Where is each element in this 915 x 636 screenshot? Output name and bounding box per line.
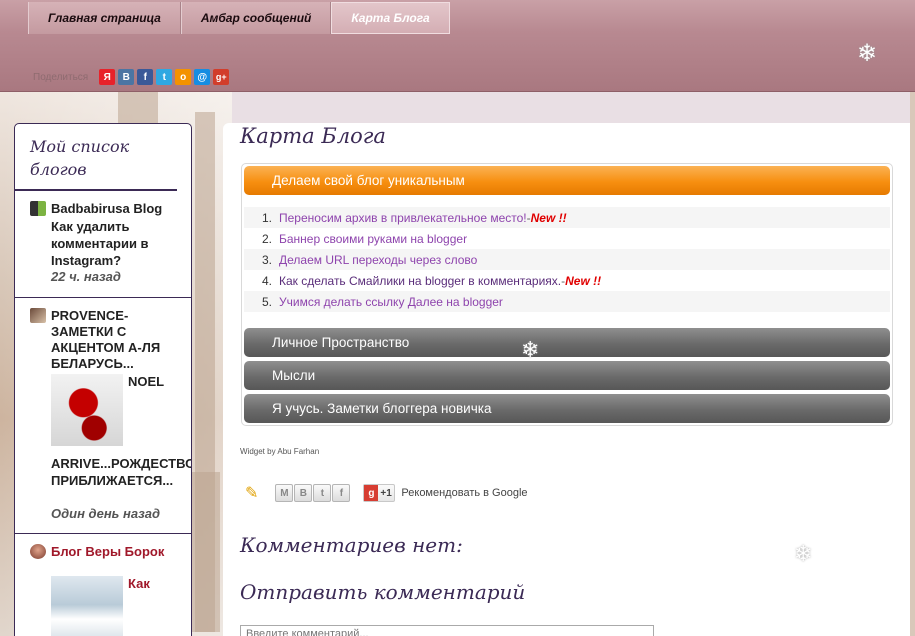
post-comment-heading: Отправить комментарий (240, 580, 526, 604)
odnoklassniki-icon[interactable]: о (175, 69, 192, 85)
blog-favicon-icon (30, 201, 46, 216)
list-item: 2. Баннер своими руками на blogger (244, 228, 890, 249)
blog-list-sidebar: Мой список блогов Badbabirusa Blog Как у… (14, 123, 192, 636)
blog-entry: PROVENCE-ЗАМЕТКИ С АКЦЕНТОМ А-ЛЯ БЕЛАРУС… (15, 298, 191, 534)
yandex-icon[interactable]: Я (99, 69, 116, 85)
accordion-section-unique-blog[interactable]: Делаем свой блог уникальным (244, 166, 890, 195)
post-link[interactable]: Учимся делать ссылку Далее на blogger (279, 295, 503, 309)
google-plus-icon[interactable]: g+ (213, 69, 230, 85)
accordion-section-thoughts[interactable]: Мысли (244, 361, 890, 390)
mailru-icon[interactable]: @ (194, 69, 211, 85)
twitter-icon[interactable]: t (156, 69, 173, 85)
blog-name-link[interactable]: Badbabirusa Blog (51, 201, 185, 217)
blog-post-link[interactable]: ARRIVE...РОЖДЕСТВО ПРИБЛИЖАЕТСЯ... (51, 455, 191, 489)
page-title: Карта Блога (240, 124, 386, 148)
post-thumbnail[interactable] (51, 374, 123, 446)
blog-entry: Badbabirusa Blog Как удалить комментарии… (15, 191, 191, 298)
accordion-list: 1. Переносим архив в привлекательное мес… (244, 195, 890, 324)
vkontakte-icon[interactable]: B (118, 69, 135, 85)
blog-map-accordion: Делаем свой блог уникальным 1. Переносим… (241, 163, 893, 426)
post-link[interactable]: Как сделать Смайлики на blogger в коммен… (279, 274, 561, 288)
widget-credit-link[interactable]: Widget by Abu Farhan (240, 447, 319, 456)
site-header: Главная страница Амбар сообщений Карта Б… (0, 0, 915, 92)
comments-heading: Комментариев нет: (240, 533, 463, 557)
list-item-number: 1. (261, 210, 272, 225)
list-item: 5. Учимся делать ссылку Далее на blogger (244, 291, 890, 312)
google-plus-icon: g (364, 485, 379, 501)
list-item: 1. Переносим архив в привлекательное мес… (244, 207, 890, 228)
blog-name-link[interactable]: Блог Веры Борок (51, 544, 185, 560)
post-thumbnail[interactable] (51, 576, 123, 636)
post-link[interactable]: Баннер своими руками на blogger (279, 232, 467, 246)
blog-entry: Блог Веры Борок Как (15, 534, 191, 636)
facebook-icon[interactable]: f (137, 69, 154, 85)
tab-blog-map[interactable]: Карта Блога (331, 2, 450, 34)
list-item-number: 2. (261, 231, 272, 246)
accordion-section-learning-notes[interactable]: Я учусь. Заметки блоггера новичка (244, 394, 890, 423)
tower-shape (190, 472, 220, 632)
post-link[interactable]: Переносим архив в привлекательное место! (279, 211, 527, 225)
tab-archive[interactable]: Амбар сообщений (180, 2, 332, 34)
main-content: Карта Блога Делаем свой блог уникальным … (223, 123, 910, 636)
list-item-number: 5. (261, 294, 272, 309)
share-row: Поделиться Я B f t о @ g+ (33, 68, 230, 86)
plus-one-label: +1 (380, 487, 392, 499)
post-age: 22 ч. назад (51, 269, 121, 284)
snowflake-icon: ❄ (857, 40, 878, 67)
background-edge (910, 92, 915, 636)
list-item: 4. Как сделать Смайлики на blogger в ком… (244, 270, 890, 291)
snowflake-icon: ❄ (794, 541, 813, 566)
snowflake-icon: ❄ (521, 337, 540, 362)
top-nav: Главная страница Амбар сообщений Карта Б… (28, 2, 450, 34)
accordion-section-personal-space[interactable]: Личное Пространство (244, 328, 890, 357)
blog-post-link[interactable]: Как удалить комментарии в Instagram? (51, 218, 185, 269)
edit-pencil-icon[interactable]: ✎ (245, 483, 258, 503)
comment-input[interactable]: Введите комментарий... (240, 625, 654, 636)
list-item: 3. Делаем URL переходы через слово (244, 249, 890, 270)
new-badge: New !! (530, 210, 567, 225)
list-item-number: 4. (261, 273, 272, 288)
blog-post-side-text[interactable]: Как (128, 575, 185, 592)
post-age: Один день назад (51, 506, 160, 521)
blog-avatar-icon (30, 544, 46, 559)
post-link[interactable]: Делаем URL переходы через слово (279, 253, 477, 267)
sidebar-title: Мой список блогов (15, 124, 177, 191)
gmail-icon[interactable]: M (275, 484, 294, 502)
recommend-google-label: Рекомендовать в Google (401, 487, 528, 499)
blog-post-side-text[interactable]: NOEL (128, 373, 185, 390)
twitter-icon[interactable]: t (313, 484, 332, 502)
google-plus-one-button[interactable]: g +1 (363, 484, 396, 502)
share-label: Поделиться (33, 71, 89, 83)
blogger-icon[interactable]: B (294, 484, 313, 502)
new-badge: New !! (565, 273, 602, 288)
list-item-number: 3. (261, 252, 272, 267)
blog-name-link[interactable]: PROVENCE-ЗАМЕТКИ С АКЦЕНТОМ А-ЛЯ БЕЛАРУС… (51, 308, 185, 372)
post-share-bar: ✎ M B t f g +1 Рекомендовать в Google (245, 483, 528, 503)
tab-home[interactable]: Главная страница (28, 2, 181, 34)
blog-favicon-icon (30, 308, 46, 323)
facebook-icon[interactable]: f (332, 484, 351, 502)
